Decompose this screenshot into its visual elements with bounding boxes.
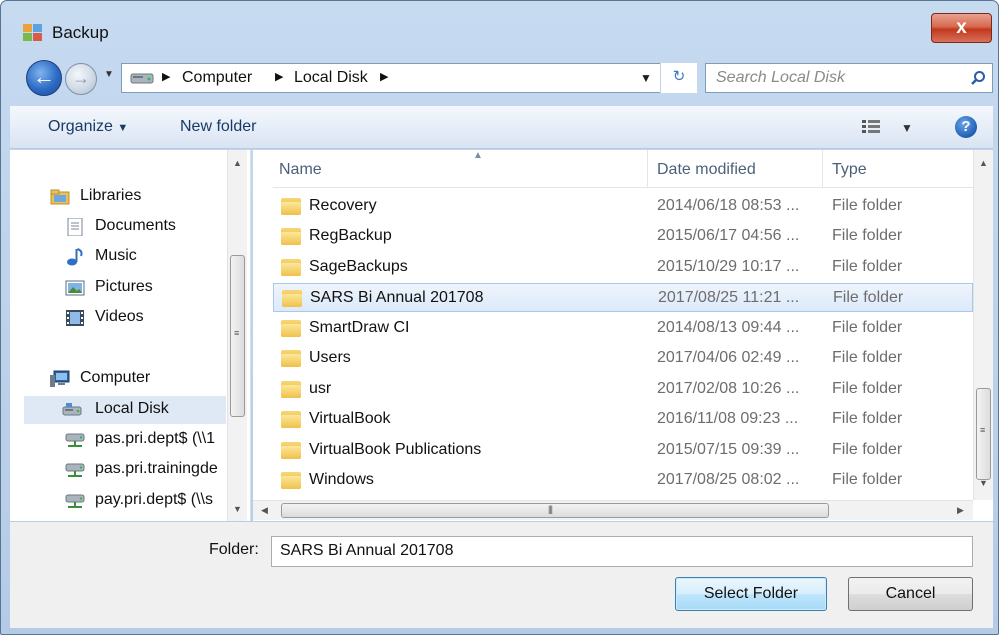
recent-pages-dropdown[interactable]: ▼ (104, 69, 114, 80)
address-dropdown-icon[interactable]: ▼ (640, 71, 652, 85)
scroll-down-icon[interactable]: ▼ (233, 504, 242, 514)
sort-ascending-icon: ▲ (473, 150, 483, 161)
nav-item-network-drive[interactable]: pas.pri.dept$ (\\1 (65, 427, 230, 455)
refresh-button[interactable]: ↻ (660, 63, 697, 93)
network-drive-icon (65, 494, 85, 508)
local-disk-icon (62, 403, 82, 416)
network-drive-icon (65, 433, 85, 447)
file-row[interactable]: VirtualBook 2016/11/08 09:23 ... File fo… (273, 405, 973, 434)
nav-item-documents[interactable]: Documents (65, 214, 230, 242)
network-drive-icon (65, 463, 85, 477)
window-title: Backup (52, 23, 109, 42)
file-list: ▲ Name Date modified Type Recovery 2014/… (253, 150, 993, 521)
folder-icon (281, 320, 301, 337)
dialog-window: Backup x ← → ▼ ▶ Computer ▶ Local Disk ▶… (0, 0, 999, 635)
videos-icon (66, 310, 84, 326)
scrollbar-thumb[interactable]: ≡ (230, 255, 245, 417)
breadcrumb-local-disk[interactable]: Local Disk (294, 69, 368, 87)
file-row[interactable]: usr 2017/02/08 10:26 ... File folder (273, 375, 973, 404)
folder-name-input[interactable]: SARS Bi Annual 201708 (271, 536, 973, 567)
breadcrumb-chevron-icon[interactable]: ▶ (380, 70, 388, 83)
nav-item-libraries[interactable]: Libraries (50, 184, 220, 212)
folder-icon (281, 228, 301, 245)
scroll-up-icon[interactable]: ▲ (979, 158, 988, 168)
search-box[interactable]: Search Local Disk (705, 63, 993, 93)
grip-icon: ≡ (234, 328, 239, 338)
scroll-down-icon[interactable]: ▼ (979, 478, 988, 488)
column-header-row: ▲ Name Date modified Type (273, 150, 973, 188)
close-button[interactable]: x (931, 13, 992, 43)
file-row-selected[interactable]: SARS Bi Annual 201708 2017/08/25 11:21 .… (273, 283, 973, 312)
nav-item-music[interactable]: Music (65, 244, 230, 272)
arrow-right-icon: → (72, 68, 90, 88)
scroll-right-icon[interactable]: ▶ (957, 505, 964, 516)
command-bar: Organize ▼ New folder ▼ ? (10, 106, 993, 149)
file-list-horizontal-scrollbar[interactable]: ◀ ||| ▶ (253, 500, 973, 520)
arrow-left-icon: ← (33, 64, 55, 89)
chevron-down-icon: ▼ (117, 122, 129, 134)
view-options-icon[interactable] (862, 120, 880, 134)
folder-icon (281, 198, 301, 215)
new-folder-button[interactable]: New folder (180, 118, 256, 136)
column-header-date-modified[interactable]: Date modified (657, 161, 756, 179)
address-bar[interactable]: ▶ Computer ▶ Local Disk ▶ ▼ (121, 63, 697, 93)
grip-icon: ||| (548, 504, 553, 514)
folder-icon (281, 381, 301, 398)
navigation-pane: Libraries Documents Music Pictures Video… (10, 150, 251, 521)
forward-button[interactable]: → (65, 63, 97, 95)
folder-label: Folder: (209, 541, 259, 558)
file-row[interactable]: Recovery 2014/06/18 08:53 ... File folde… (273, 192, 973, 221)
scrollbar-thumb[interactable]: ≡ (976, 388, 991, 480)
libraries-icon (50, 189, 70, 205)
title-bar[interactable]: Backup x (1, 1, 998, 51)
folder-icon (281, 259, 301, 276)
folder-icon (281, 350, 301, 367)
back-button[interactable]: ← (26, 60, 62, 96)
folder-icon (281, 472, 301, 489)
drive-icon (130, 73, 154, 84)
nav-item-videos[interactable]: Videos (65, 305, 230, 333)
help-icon[interactable]: ? (955, 116, 977, 138)
nav-item-computer[interactable]: Computer (50, 366, 225, 394)
nav-item-pictures[interactable]: Pictures (65, 275, 230, 303)
search-input[interactable]: Search Local Disk (716, 69, 845, 87)
column-header-type[interactable]: Type (832, 161, 867, 179)
file-row[interactable]: Users 2017/04/06 02:49 ... File folder (273, 344, 973, 373)
breadcrumb-chevron-icon[interactable]: ▶ (275, 70, 283, 83)
file-row[interactable]: SmartDraw CI 2014/08/13 09:44 ... File f… (273, 314, 973, 343)
file-row[interactable]: SageBackups 2015/10/29 10:17 ... File fo… (273, 253, 973, 282)
breadcrumb-computer[interactable]: Computer (182, 69, 252, 87)
nav-item-network-drive[interactable]: pay.pri.dept$ (\\s (65, 488, 230, 516)
app-icon (23, 24, 43, 42)
select-folder-button[interactable]: Select Folder (675, 577, 827, 611)
pictures-icon (65, 280, 85, 296)
folder-icon (281, 411, 301, 428)
file-list-vertical-scrollbar[interactable]: ▲ ≡ ▼ (973, 150, 993, 500)
grip-icon: ≡ (980, 425, 985, 435)
view-dropdown-icon[interactable]: ▼ (901, 121, 913, 135)
scrollbar-thumb[interactable]: ||| (281, 503, 829, 518)
file-row[interactable]: VirtualBook Publications 2015/07/15 09:3… (273, 436, 973, 465)
computer-icon (50, 370, 70, 387)
file-row[interactable]: Windows 2017/08/25 08:02 ... File folder (273, 466, 973, 495)
organize-menu[interactable]: Organize ▼ (48, 118, 128, 136)
column-divider[interactable] (647, 150, 648, 188)
breadcrumb-chevron-icon[interactable]: ▶ (162, 70, 170, 83)
column-divider[interactable] (822, 150, 823, 188)
music-icon (67, 248, 83, 266)
dialog-footer: Folder: SARS Bi Annual 201708 Select Fol… (10, 522, 993, 628)
nav-pane-scrollbar[interactable]: ▲ ≡ ▼ (227, 150, 247, 521)
nav-item-network-drive[interactable]: pas.pri.trainingde (65, 457, 230, 485)
nav-item-local-disk[interactable]: Local Disk (24, 396, 226, 424)
column-header-name[interactable]: Name (279, 161, 322, 179)
documents-icon (67, 218, 83, 236)
refresh-icon: ↻ (672, 68, 686, 85)
scroll-left-icon[interactable]: ◀ (261, 505, 268, 516)
file-row[interactable]: RegBackup 2015/06/17 04:56 ... File fold… (273, 222, 973, 251)
scroll-up-icon[interactable]: ▲ (233, 158, 242, 168)
folder-icon (281, 442, 301, 459)
search-icon[interactable] (970, 70, 986, 86)
folder-icon (282, 290, 302, 307)
cancel-button[interactable]: Cancel (848, 577, 973, 611)
